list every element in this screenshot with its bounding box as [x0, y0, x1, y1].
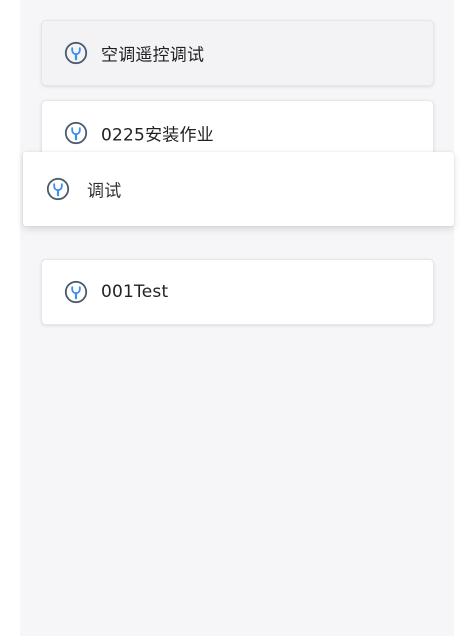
- list-item-label: 001Test: [101, 282, 169, 302]
- list-item-001test[interactable]: 001Test: [41, 259, 434, 325]
- screen: 空调遥控调试 0225安装作业 调试 001Test: [0, 0, 474, 636]
- wrench-icon: [64, 280, 88, 304]
- list-item-aircon-remote-debug[interactable]: 空调遥控调试: [41, 20, 434, 86]
- wrench-icon: [64, 121, 88, 145]
- wrench-icon: [46, 177, 70, 201]
- wrench-icon: [64, 41, 88, 65]
- list-item-debug-dragging[interactable]: 调试: [23, 152, 454, 226]
- list-item-label: 调试: [87, 181, 122, 202]
- list-item-label: 空调遥控调试: [101, 45, 205, 66]
- list-item-label: 0225安装作业: [101, 125, 214, 146]
